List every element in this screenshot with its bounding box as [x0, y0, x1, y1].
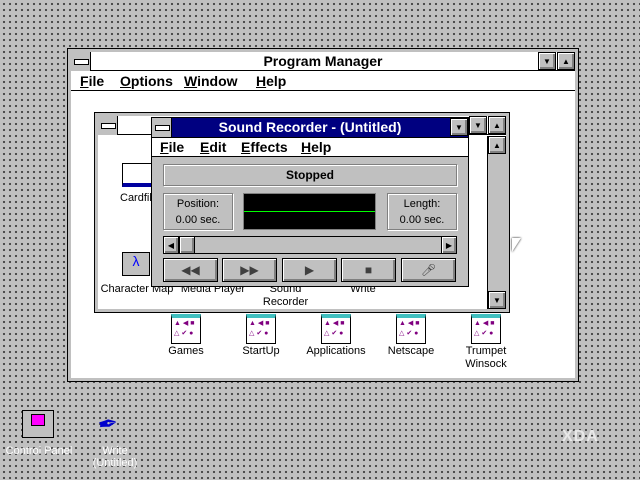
scroll-down-button[interactable]: ▼ — [488, 291, 506, 309]
sound-recorder-titlebar[interactable]: Sound Recorder - (Untitled) ▼ — [152, 118, 468, 138]
length-label: Length: — [403, 198, 441, 210]
window-title: Program Manager — [263, 53, 383, 69]
window-title: Sound Recorder - (Untitled) — [218, 119, 402, 135]
record-button[interactable]: 🎤︎ — [401, 258, 456, 282]
menu-effects[interactable]: Effects — [241, 138, 288, 156]
menu-bar: File Edit Effects Help — [152, 138, 468, 157]
maximize-button[interactable]: ▲ — [488, 116, 506, 134]
program-manager-titlebar[interactable]: Program Manager ▼ ▲ — [71, 52, 575, 71]
rewind-button[interactable]: ◀◀ — [163, 258, 218, 282]
menu-window[interactable]: Window — [184, 72, 238, 90]
system-menu-button[interactable] — [152, 118, 172, 137]
status-panel: Stopped — [163, 164, 457, 186]
scroll-left-button[interactable]: ◀ — [163, 236, 179, 254]
scroll-right-button[interactable]: ▶ — [441, 236, 457, 254]
system-menu-button[interactable] — [71, 52, 91, 71]
system-menu-button[interactable] — [98, 116, 118, 135]
control-panel-icon[interactable] — [22, 410, 54, 438]
cardfile-icon[interactable] — [122, 163, 152, 187]
menu-file[interactable]: File — [160, 138, 184, 156]
waveform-line — [244, 211, 375, 212]
maximize-button[interactable]: ▲ — [557, 52, 575, 70]
position-panel: Position: 0.00 sec. — [163, 193, 233, 230]
mouse-cursor — [512, 238, 521, 252]
stop-button[interactable]: ■ — [341, 258, 396, 282]
trumpet-winsock-group-icon[interactable] — [471, 314, 501, 344]
position-value: 0.00 sec. — [175, 214, 221, 226]
scroll-thumb[interactable] — [179, 236, 195, 254]
startup-group-icon[interactable] — [246, 314, 276, 344]
netscape-group-icon[interactable] — [396, 314, 426, 344]
minimize-button[interactable]: ▼ — [450, 118, 468, 136]
menu-help[interactable]: Help — [301, 138, 331, 156]
menu-help[interactable]: Help — [256, 72, 286, 90]
waveform-display — [243, 193, 376, 230]
scroll-up-button[interactable]: ▲ — [488, 136, 506, 154]
write-sublabel-desktop: (Untitled) — [92, 457, 138, 469]
minimize-button[interactable]: ▼ — [538, 52, 556, 70]
minimize-button[interactable]: ▼ — [469, 116, 487, 134]
trumpet-winsock-label[interactable]: Trumpet Winsock — [456, 345, 516, 371]
position-label: Position: — [176, 198, 220, 210]
character-map-icon[interactable]: λ — [122, 252, 150, 276]
menu-bar: File Options Window Help — [71, 72, 575, 91]
applications-group-icon[interactable] — [321, 314, 351, 344]
position-scrollbar[interactable]: ◀ ▶ — [163, 236, 457, 254]
write-pen-icon[interactable]: ✒ — [96, 408, 121, 440]
menu-file[interactable]: File — [80, 72, 104, 90]
netscape-label[interactable]: Netscape — [366, 345, 456, 358]
length-panel: Length: 0.00 sec. — [387, 193, 457, 230]
play-button[interactable]: ▶ — [282, 258, 337, 282]
fast-forward-button[interactable]: ▶▶ — [222, 258, 277, 282]
games-group-icon[interactable] — [171, 314, 201, 344]
xda-watermark: XDA — [562, 428, 599, 445]
length-value: 0.00 sec. — [399, 214, 445, 226]
menu-edit[interactable]: Edit — [200, 138, 226, 156]
vertical-scrollbar[interactable]: ▲ ▼ — [487, 136, 506, 309]
menu-options[interactable]: Options — [120, 72, 173, 90]
